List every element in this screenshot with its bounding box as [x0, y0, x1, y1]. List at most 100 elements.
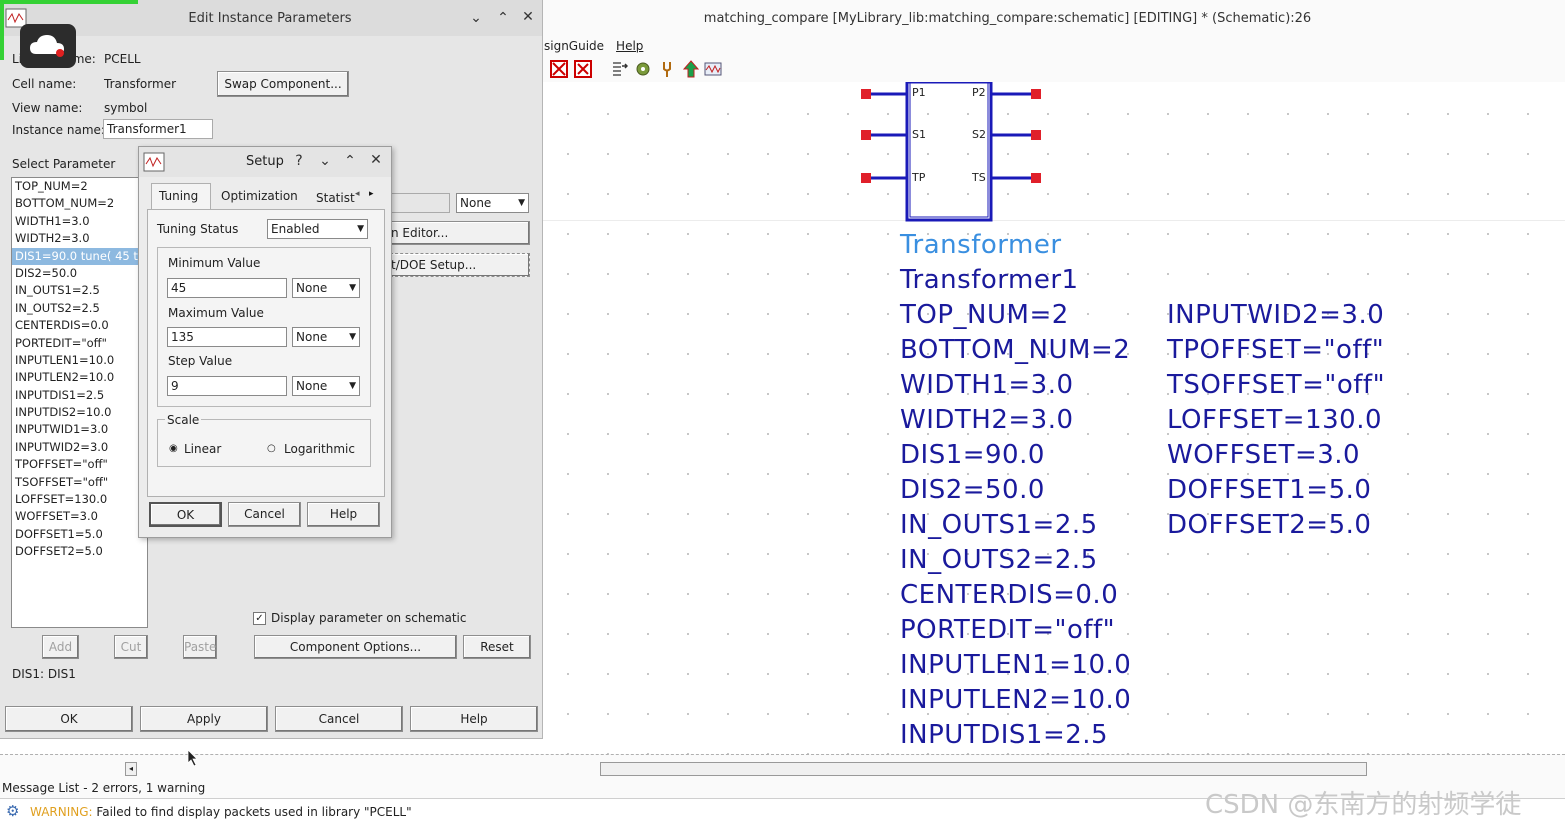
reset-button[interactable]: Reset	[463, 635, 531, 659]
maximum-value-field[interactable]: 135	[167, 327, 287, 347]
tab-statistics[interactable]: Statist	[316, 191, 355, 205]
list-item[interactable]: INPUTDIS2=10.0	[12, 404, 147, 421]
cloud-icon	[30, 35, 64, 57]
main-menubar: signGuide Help	[540, 36, 1565, 56]
schematic-param: IN_OUTS1=2.5	[900, 510, 1098, 540]
setup-dialog-title: Setup	[246, 154, 284, 169]
dropdown-arrow-icon: ▼	[349, 332, 356, 342]
minimize-icon[interactable]: ⌄	[466, 10, 486, 26]
list-item[interactable]: IN_OUTS1=2.5	[12, 282, 147, 299]
list-item[interactable]: TSOFFSET="off"	[12, 474, 147, 491]
pin-label-s2: S2	[972, 128, 986, 141]
instance-name-field[interactable]: Transformer1	[103, 119, 213, 139]
minimum-value-field[interactable]: 45	[167, 278, 287, 298]
tune-opt-doe-setup-button[interactable]: t/DOE Setup...	[390, 253, 530, 277]
list-item[interactable]: DOFFSET2=5.0	[12, 543, 147, 560]
close-icon[interactable]: ✕	[518, 9, 538, 25]
list-item[interactable]: TPOFFSET="off"	[12, 456, 147, 473]
delete-box-icon[interactable]	[550, 60, 568, 78]
step-unit-combo[interactable]: None ▼	[292, 376, 360, 396]
maximum-unit-combo[interactable]: None ▼	[292, 327, 360, 347]
horizontal-scrollbar[interactable]	[600, 762, 1367, 776]
list-item[interactable]: BOTTOM_NUM=2	[12, 195, 147, 212]
list-arrow-icon[interactable]	[610, 60, 628, 78]
pin-label-s1: S1	[912, 128, 926, 141]
cloud-badge[interactable]	[20, 24, 76, 68]
list-item[interactable]: TOP_NUM=2	[12, 178, 147, 195]
list-item[interactable]: LOFFSET=130.0	[12, 491, 147, 508]
list-item-selected[interactable]: DIS1=90.0 tune( 45 to	[12, 247, 147, 265]
library-name-value: PCELL	[104, 52, 141, 66]
setup-help-button[interactable]: Help	[307, 502, 380, 527]
gear-icon[interactable]	[634, 60, 652, 78]
setup-dialog: Setup ? ⌄ ⌃ ✕ Tuning Optimization Statis…	[138, 146, 392, 538]
tuning-status-combo[interactable]: Enabled ▼	[267, 219, 368, 239]
equation-editor-button[interactable]: n Editor...	[390, 221, 530, 245]
list-item[interactable]: INPUTLEN2=10.0	[12, 369, 147, 386]
parameter-value-field[interactable]	[390, 193, 450, 213]
display-parameter-checkbox[interactable]: ✓	[253, 612, 266, 625]
menu-help[interactable]: Help	[616, 36, 643, 56]
delete-all-icon[interactable]	[574, 60, 592, 78]
parameter-list[interactable]: TOP_NUM=2 BOTTOM_NUM=2 WIDTH1=3.0 WIDTH2…	[11, 177, 148, 628]
add-button[interactable]: Add	[42, 635, 79, 659]
list-item[interactable]: WIDTH1=3.0	[12, 213, 147, 230]
close-icon[interactable]: ✕	[366, 152, 386, 168]
minimum-unit-combo[interactable]: None ▼	[292, 278, 360, 298]
list-item[interactable]: CENTERDIS=0.0	[12, 317, 147, 334]
unit-combo-value: None	[460, 196, 492, 210]
logarithmic-radio[interactable]: ○	[267, 443, 276, 454]
list-item[interactable]: INPUTDIS1=2.5	[12, 387, 147, 404]
waveform-icon[interactable]	[704, 60, 722, 78]
minimize-icon[interactable]: ⌄	[315, 153, 335, 169]
help-question-icon[interactable]: ?	[289, 153, 309, 169]
tuning-status-value: Enabled	[271, 222, 320, 236]
tab-optimization[interactable]: Optimization	[221, 189, 298, 203]
maximize-icon[interactable]: ⌃	[340, 153, 360, 169]
menu-designguide[interactable]: signGuide	[544, 36, 604, 56]
unit-combo[interactable]: None ▼	[456, 193, 529, 213]
help-button[interactable]: Help	[410, 706, 538, 732]
setup-ok-button[interactable]: OK	[149, 502, 222, 527]
tuning-fork-icon[interactable]	[658, 60, 676, 78]
scroll-left-arrow-icon[interactable]: ◂	[125, 762, 137, 776]
schematic-param: DOFFSET1=5.0	[1167, 475, 1372, 505]
list-item[interactable]: INPUTLEN1=10.0	[12, 352, 147, 369]
tab-scroll-right-icon[interactable]: ▸	[369, 189, 374, 199]
optimize-arrow-icon[interactable]	[682, 60, 700, 78]
maximum-value-label: Maximum Value	[168, 306, 264, 320]
logarithmic-label: Logarithmic	[284, 442, 355, 456]
gear-icon[interactable]: ⚙	[6, 802, 19, 820]
setup-cancel-button[interactable]: Cancel	[228, 502, 301, 527]
main-toolbar	[540, 56, 1565, 83]
list-item[interactable]: INPUTWID1=3.0	[12, 421, 147, 438]
linear-radio[interactable]: ◉	[169, 443, 178, 454]
instance-name-label: Instance name:	[12, 123, 105, 137]
ok-button[interactable]: OK	[5, 706, 133, 732]
schematic-cell-name: Transformer	[900, 230, 1062, 260]
tab-tuning[interactable]: Tuning	[159, 189, 198, 203]
apply-button[interactable]: Apply	[140, 706, 268, 732]
list-item[interactable]: WOFFSET=3.0	[12, 508, 147, 525]
pin-label-ts: TS	[972, 171, 986, 184]
paste-button[interactable]: Paste	[183, 635, 217, 659]
schematic-param: DIS2=50.0	[900, 475, 1045, 505]
list-item[interactable]: DOFFSET1=5.0	[12, 526, 147, 543]
schematic-param: INPUTLEN2=10.0	[900, 685, 1132, 715]
step-value-field[interactable]: 9	[167, 376, 287, 396]
list-item[interactable]: DIS2=50.0	[12, 265, 147, 282]
tab-scroll-left-icon[interactable]: ◂	[355, 189, 360, 199]
list-item[interactable]: INPUTWID2=3.0	[12, 439, 147, 456]
list-item[interactable]: PORTEDIT="off"	[12, 335, 147, 352]
cancel-button[interactable]: Cancel	[275, 706, 403, 732]
swap-component-button[interactable]: Swap Component...	[217, 71, 349, 97]
component-options-button[interactable]: Component Options...	[254, 635, 457, 659]
transformer-symbol[interactable]	[850, 82, 1060, 227]
list-item[interactable]: WIDTH2=3.0	[12, 230, 147, 247]
view-name-value: symbol	[104, 101, 148, 115]
step-unit-value: None	[296, 379, 328, 393]
step-value-label: Step Value	[168, 354, 233, 368]
maximize-icon[interactable]: ⌃	[493, 10, 513, 26]
list-item[interactable]: IN_OUTS2=2.5	[12, 300, 147, 317]
cut-button[interactable]: Cut	[114, 635, 148, 659]
